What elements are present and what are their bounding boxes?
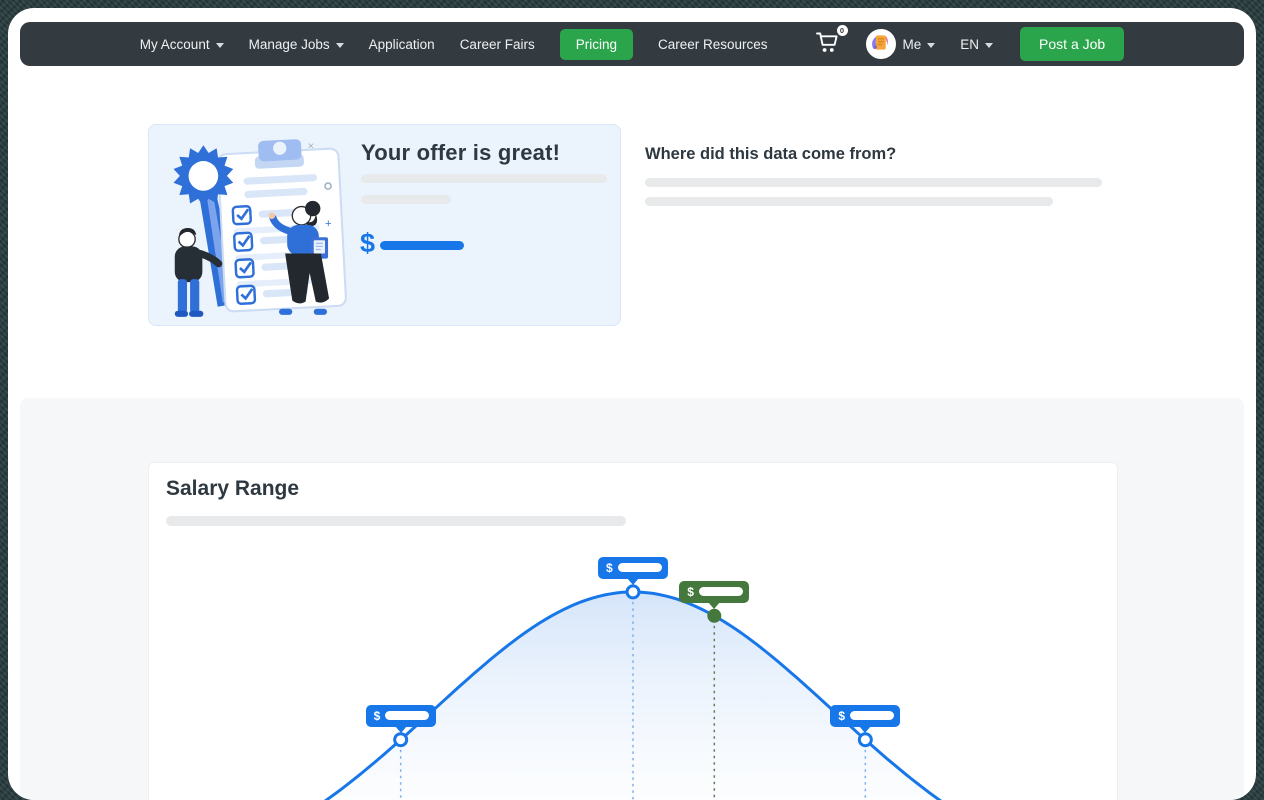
- offer-illustration: × +: [157, 135, 354, 321]
- nav-item-my-account[interactable]: My Account: [140, 37, 224, 52]
- svg-text:×: ×: [308, 140, 315, 152]
- account-menu[interactable]: Me: [866, 29, 936, 59]
- nav-item-application[interactable]: Application: [369, 37, 435, 52]
- chevron-down-icon: [927, 43, 935, 48]
- tooltip-redacted-value: [850, 711, 894, 720]
- tooltip-pointer: [395, 726, 407, 733]
- data-source-section: Where did this data come from?: [645, 145, 1111, 206]
- redacted-salary-value: [380, 241, 464, 250]
- nav-item-label: My Account: [140, 37, 210, 52]
- salary-range-card: Salary Range $$$$: [148, 462, 1118, 800]
- salary-range-section: Salary Range $$$$: [20, 398, 1244, 800]
- language-label: EN: [960, 37, 979, 52]
- chevron-down-icon: [985, 43, 993, 48]
- cart-button[interactable]: 0: [815, 30, 841, 59]
- salary-tooltip-median[interactable]: $: [598, 557, 668, 579]
- currency-symbol: $: [360, 228, 375, 259]
- skeleton-line: [645, 178, 1102, 187]
- me-label-wrap: Me: [903, 37, 936, 52]
- offer-summary-card: × + Your offer is great: [148, 124, 621, 326]
- tooltip-currency-symbol: $: [838, 710, 845, 722]
- bell-curve-plot: [149, 463, 1117, 800]
- tooltip-pointer: [708, 602, 720, 609]
- cart-icon: [815, 30, 841, 54]
- nav-item-label: Application: [369, 37, 435, 52]
- nav-item-career-fairs[interactable]: Career Fairs: [460, 37, 535, 52]
- post-a-job-button[interactable]: Post a Job: [1020, 27, 1124, 61]
- salary-tooltip-range-high[interactable]: $: [830, 705, 900, 727]
- chevron-down-icon: [336, 43, 344, 48]
- nav-item-career-resources[interactable]: Career Resources: [658, 37, 768, 52]
- language-menu[interactable]: EN: [960, 37, 993, 52]
- me-label: Me: [903, 37, 922, 52]
- nav-item-pricing[interactable]: Pricing: [560, 29, 633, 60]
- salary-tooltip-range-low[interactable]: $: [366, 705, 436, 727]
- salary-tooltip-your-offer[interactable]: $: [679, 581, 749, 603]
- chevron-down-icon: [216, 43, 224, 48]
- tooltip-currency-symbol: $: [687, 586, 694, 598]
- cart-count-badge: 0: [837, 25, 848, 36]
- tooltip-redacted-value: [385, 711, 429, 720]
- salary-chart: $ $ $ $: [149, 463, 1117, 800]
- salary-insights-page: { "nav": { "links": [ {"label": "My Acco…: [0, 0, 1264, 800]
- tooltip-pointer: [627, 578, 639, 585]
- avatar: [866, 29, 896, 59]
- tooltip-redacted-value: [618, 563, 662, 572]
- marker-dot-your-offer[interactable]: [707, 609, 721, 623]
- offer-card-title: Your offer is great!: [361, 140, 560, 166]
- nav-item-label: Career Fairs: [460, 37, 535, 52]
- data-source-title: Where did this data come from?: [645, 145, 1111, 164]
- tooltip-redacted-value: [699, 587, 743, 596]
- tooltip-currency-symbol: $: [606, 562, 613, 574]
- svg-text:+: +: [325, 218, 332, 230]
- app-window: My Account Manage Jobs Application Career F…: [8, 8, 1256, 800]
- top-navbar: My Account Manage Jobs Application Career F…: [20, 22, 1244, 66]
- marker-dot-median[interactable]: [627, 586, 639, 598]
- nav-item-label: Manage Jobs: [249, 37, 330, 52]
- skeleton-line: [645, 197, 1053, 206]
- tooltip-pointer: [859, 726, 871, 733]
- tooltip-currency-symbol: $: [374, 710, 381, 722]
- skeleton-line: [361, 195, 451, 204]
- skeleton-line: [361, 174, 607, 183]
- nav-item-manage-jobs[interactable]: Manage Jobs: [249, 37, 344, 52]
- marker-dot-range-high[interactable]: [859, 734, 871, 746]
- marker-dot-range-low[interactable]: [395, 734, 407, 746]
